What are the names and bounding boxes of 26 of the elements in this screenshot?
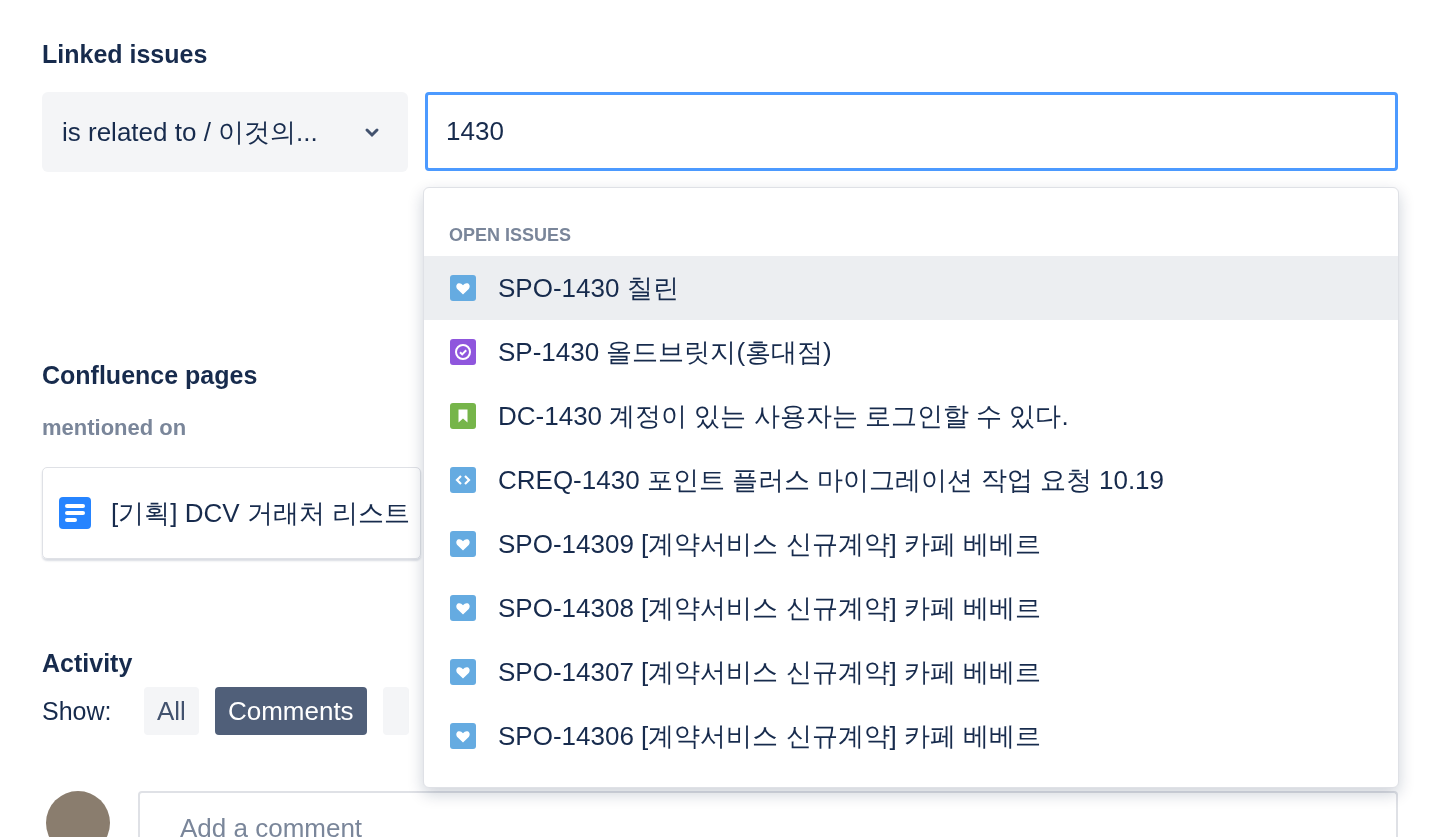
checkmark-icon xyxy=(450,339,476,365)
code-icon xyxy=(450,467,476,493)
section-subtitle: mentioned on xyxy=(42,414,187,442)
issue-option[interactable]: SP-1430 올드브릿지(홍대점) xyxy=(424,320,1398,384)
issue-option[interactable]: DC-1430 계정이 있는 사용자는 로그인할 수 있다. xyxy=(424,384,1398,448)
section-title: Confluence pages xyxy=(42,360,258,391)
issue-option[interactable]: SPO-14306 [계약서비스 신규계약] 카페 베베르 xyxy=(424,704,1398,768)
avatar xyxy=(46,791,110,837)
filter-button[interactable]: All xyxy=(144,687,199,735)
page-card[interactable]: [기획] DCV 거래처 리스트 xyxy=(42,467,421,559)
dropdown-header: OPEN ISSUES xyxy=(448,224,573,247)
section-title: Linked issues xyxy=(42,39,208,70)
filter-button[interactable]: Comments xyxy=(214,687,367,735)
document-icon xyxy=(59,497,91,529)
search-field[interactable]: 1430 xyxy=(425,92,1398,171)
issue-option[interactable]: SPO-14308 [계약서비스 신규계약] 카페 베베르 xyxy=(424,576,1398,640)
page-title: [기획] DCV 거래처 리스트 xyxy=(111,496,410,530)
section-title: Activity xyxy=(42,648,133,679)
bookmark-icon xyxy=(450,403,476,429)
comment-field[interactable]: Add a comment xyxy=(138,791,1398,837)
relation-dropdown[interactable]: is related to / 이것의... xyxy=(42,92,408,172)
issue-option[interactable]: SPO-14307 [계약서비스 신규계약] 카페 베베르 xyxy=(424,640,1398,704)
issue-option[interactable]: SPO-1430 칠린 xyxy=(424,256,1398,320)
issue-option[interactable]: CREQ-1430 포인트 플러스 마이그레이션 작업 요청 10.19 xyxy=(424,448,1398,512)
issue-option[interactable]: SPO-14309 [계약서비스 신규계약] 카페 베베르 xyxy=(424,512,1398,576)
show-label: Show: xyxy=(42,696,113,726)
